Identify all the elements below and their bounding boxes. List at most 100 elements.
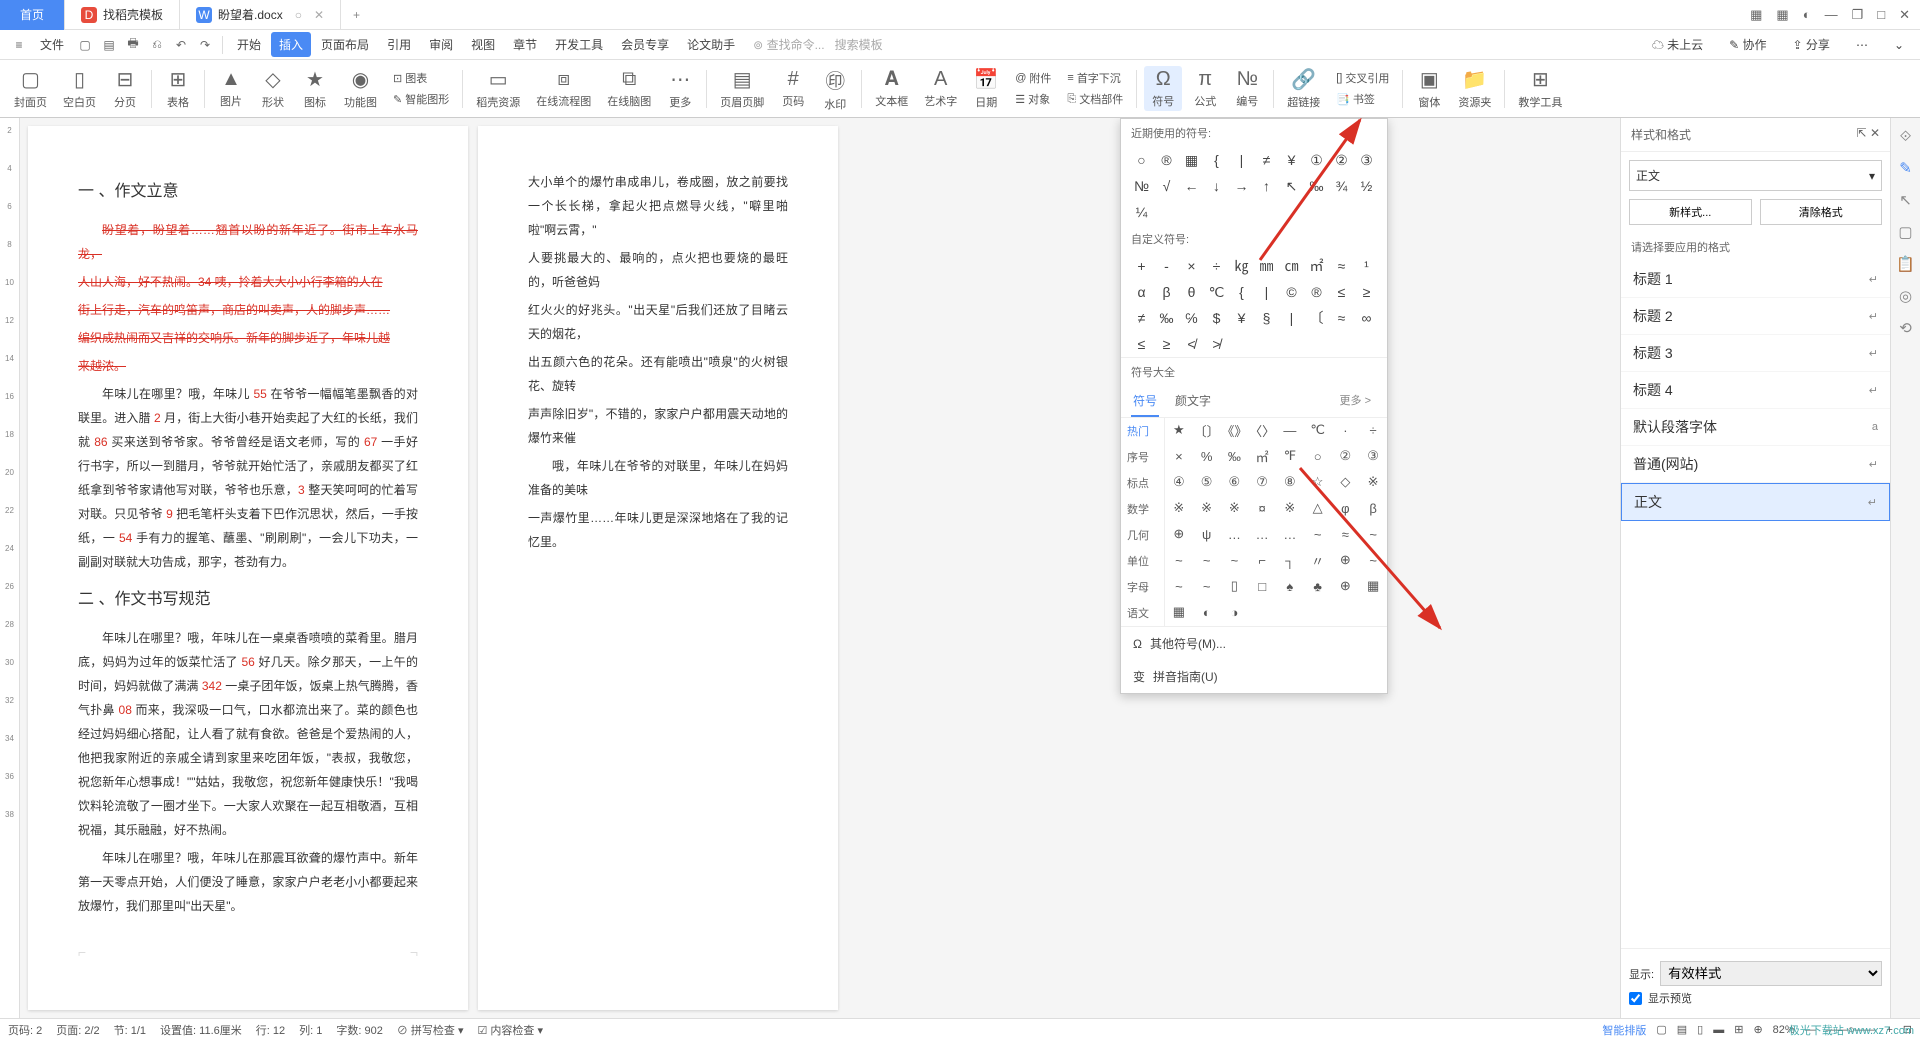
menu-icon[interactable]: ≡ <box>8 34 30 56</box>
symbol-item[interactable]: ≈ <box>1329 253 1354 279</box>
tab-home[interactable]: 首页 <box>0 0 65 30</box>
symbol-item[interactable]: … <box>1221 522 1249 546</box>
apps-icon[interactable]: ▦ <box>1776 7 1788 23</box>
symbol-item[interactable]: ≥ <box>1154 331 1179 357</box>
symbol-item[interactable]: √ <box>1154 173 1179 199</box>
status-wordcount[interactable]: 字数: 902 <box>336 1022 382 1038</box>
menu-devtools[interactable]: 开发工具 <box>547 32 611 57</box>
vt-select-icon[interactable]: ↖ <box>1899 191 1912 209</box>
symbol-item[interactable]: ⊕ <box>1332 574 1360 598</box>
symbol-item[interactable]: ♣ <box>1304 574 1332 598</box>
qk-new-icon[interactable]: ▢ <box>74 34 96 56</box>
menu-start[interactable]: 开始 <box>229 32 269 57</box>
view-mode-1-icon[interactable]: ▢ <box>1656 1023 1666 1036</box>
rb-cover[interactable]: ▢封面页 <box>8 65 53 112</box>
symbol-item[interactable]: × <box>1179 253 1204 279</box>
symbol-item[interactable]: № <box>1129 173 1154 199</box>
symbol-item[interactable]: ◐ <box>1193 600 1221 624</box>
symbol-item[interactable]: × <box>1165 444 1193 468</box>
symbol-category[interactable]: 数学 <box>1121 496 1164 522</box>
qk-print-icon[interactable]: 🖶 <box>122 34 144 56</box>
symbol-item[interactable]: § <box>1254 305 1279 331</box>
rb-table[interactable]: ⊞表格 <box>159 65 197 112</box>
preview-checkbox[interactable] <box>1629 992 1642 1005</box>
symbol-category[interactable]: 热门 <box>1121 418 1164 444</box>
symbol-item[interactable]: ♠ <box>1276 574 1304 598</box>
layout-icon[interactable]: ▦ <box>1750 7 1762 23</box>
rb-watermark[interactable]: ㊞水印 <box>816 63 854 114</box>
symbol-item[interactable]: θ <box>1179 279 1204 305</box>
status-col[interactable]: 列: 1 <box>299 1022 322 1038</box>
symbol-item[interactable]: % <box>1193 444 1221 468</box>
tab-emoji[interactable]: 颜文字 <box>1173 386 1213 417</box>
vt-location-icon[interactable]: ◎ <box>1899 287 1912 305</box>
rb-docparts[interactable]: ⎘文档部件 <box>1061 89 1129 109</box>
symbol-item[interactable]: ★ <box>1165 418 1193 442</box>
menu-file[interactable]: 文件 <box>32 32 72 57</box>
symbol-item[interactable]: ® <box>1304 279 1329 305</box>
symbol-item[interactable]: ㎏ <box>1229 253 1254 279</box>
symbol-item[interactable]: ℃ <box>1304 418 1332 442</box>
symbol-item[interactable]: - <box>1154 253 1179 279</box>
symbol-item[interactable]: ③ <box>1359 444 1387 468</box>
coop-button[interactable]: ✎ 协作 <box>1721 32 1774 57</box>
symbol-item[interactable]: ≈ <box>1332 522 1360 546</box>
zoom-fit-icon[interactable]: ⊕ <box>1753 1023 1762 1036</box>
symbol-item[interactable]: ☆ <box>1304 470 1332 494</box>
symbol-item[interactable]: 《》 <box>1221 418 1249 442</box>
symbol-item[interactable]: ‰ <box>1221 444 1249 468</box>
rb-flowchart[interactable]: ⧈在线流程图 <box>530 66 597 111</box>
tab-document[interactable]: W盼望着.docx○✕ <box>180 0 341 30</box>
symbol-item[interactable]: → <box>1229 173 1254 199</box>
rb-bookmark[interactable]: 📑书签 <box>1330 89 1395 109</box>
avatar-icon[interactable]: ◐ <box>1803 7 1811 23</box>
symbol-item[interactable]: △ <box>1304 496 1332 520</box>
rb-shape[interactable]: ◇形状 <box>254 65 292 112</box>
symbol-item[interactable]: ψ <box>1193 522 1221 546</box>
vt-format-icon[interactable]: ⟐ <box>1900 128 1912 145</box>
menu-insert[interactable]: 插入 <box>271 32 311 57</box>
rb-symbol[interactable]: Ω符号 <box>1144 66 1182 111</box>
symbol-item[interactable]: ※ <box>1221 496 1249 520</box>
symbol-item[interactable]: ≈ <box>1329 305 1354 331</box>
symbol-item[interactable]: ≮ <box>1179 331 1204 357</box>
menu-thesis[interactable]: 论文助手 <box>679 32 743 57</box>
symbol-item[interactable]: ÷ <box>1359 418 1387 442</box>
symbols-more[interactable]: 更多 > <box>1334 386 1377 417</box>
style-item[interactable]: 标题 1↵ <box>1621 261 1890 298</box>
symbol-item[interactable]: 〃 <box>1304 548 1332 572</box>
symbol-item[interactable]: β <box>1154 279 1179 305</box>
style-item[interactable]: 正文↵ <box>1621 483 1890 521</box>
symbol-item[interactable]: ※ <box>1276 496 1304 520</box>
symbol-item[interactable]: ⊕ <box>1165 522 1193 546</box>
rb-smartart[interactable]: ◉功能图 <box>338 65 383 112</box>
qk-open-icon[interactable]: ▤ <box>98 34 120 56</box>
tab-templates[interactable]: D找稻壳模板 <box>65 0 180 30</box>
status-row[interactable]: 行: 12 <box>256 1022 285 1038</box>
symbol-category[interactable]: 标点 <box>1121 470 1164 496</box>
symbol-item[interactable]: ½ <box>1354 173 1379 199</box>
menu-view[interactable]: 视图 <box>463 32 503 57</box>
status-pages[interactable]: 页面: 2/2 <box>56 1022 99 1038</box>
symbol-item[interactable]: ← <box>1179 173 1204 199</box>
symbol-item[interactable]: ∞ <box>1354 305 1379 331</box>
symbol-item[interactable]: ~ <box>1359 522 1387 546</box>
symbol-item[interactable]: ® <box>1154 147 1179 173</box>
rb-date[interactable]: 📅日期 <box>967 65 1005 112</box>
style-item[interactable]: 标题 2↵ <box>1621 298 1890 335</box>
collapse-icon[interactable]: ⌄ <box>1886 34 1912 56</box>
symbol-item[interactable]: | <box>1279 305 1304 331</box>
symbol-item[interactable]: ≤ <box>1129 331 1154 357</box>
symbol-item[interactable]: — <box>1276 418 1304 442</box>
rb-header[interactable]: ▤页眉页脚 <box>714 65 770 112</box>
qk-undo-icon[interactable]: ↶ <box>170 34 192 56</box>
symbol-item[interactable]: ※ <box>1193 496 1221 520</box>
symbol-item[interactable]: ÷ <box>1204 253 1229 279</box>
symbol-item[interactable]: α <box>1129 279 1154 305</box>
style-item[interactable]: 默认段落字体a <box>1621 409 1890 446</box>
rb-resource[interactable]: 📁资源夹 <box>1452 65 1497 112</box>
vt-styles-icon[interactable]: ✎ <box>1899 159 1912 177</box>
qk-preview-icon[interactable]: ⎌ <box>146 34 168 56</box>
command-search[interactable]: ⊚ 查找命令... <box>753 36 824 53</box>
rb-equation[interactable]: π公式 <box>1186 66 1224 111</box>
